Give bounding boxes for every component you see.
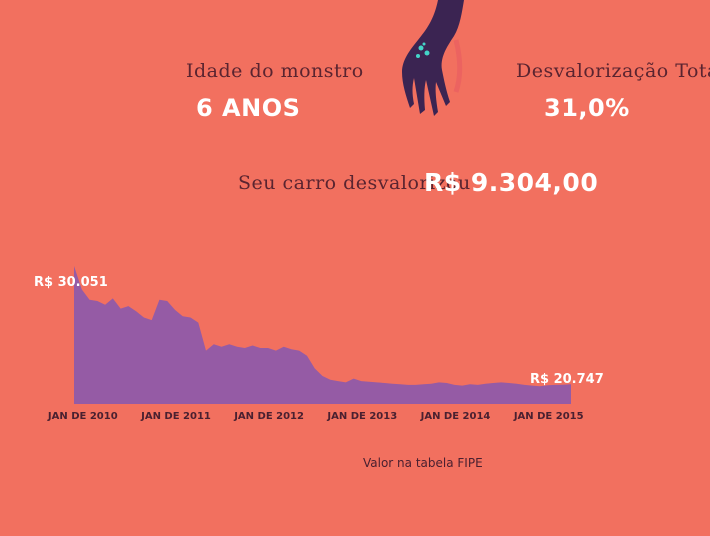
x-tick-label: JAN DE 2012 [233,411,304,422]
monster-claw-icon [402,0,464,116]
x-tick-label: JAN DE 2014 [420,411,491,422]
price-area-series [74,266,571,404]
monster-age-value: 6 ANOS [196,94,301,122]
monster-age-label: Idade do monstro [186,60,364,82]
x-tick-label: JAN DE 2013 [326,411,397,422]
x-tick-label: JAN DE 2010 [47,411,118,422]
chart-x-axis-label: Valor na tabela FIPE [363,456,483,470]
total-depreciation-value: 31,0% [544,94,630,122]
x-tick-label: JAN DE 2015 [513,411,584,422]
x-tick-label: JAN DE 2011 [140,411,211,422]
start-value-label: R$ 30.051 [34,275,108,290]
end-value-label: R$ 20.747 [530,372,604,387]
total-depreciation-label: Desvalorização Total [516,60,710,82]
car-depreciation-value: R$ 9.304,00 [424,168,599,197]
price-history-chart: JAN DE 2010 JAN DE 2011 JAN DE 2012 JAN DE … [34,266,604,422]
